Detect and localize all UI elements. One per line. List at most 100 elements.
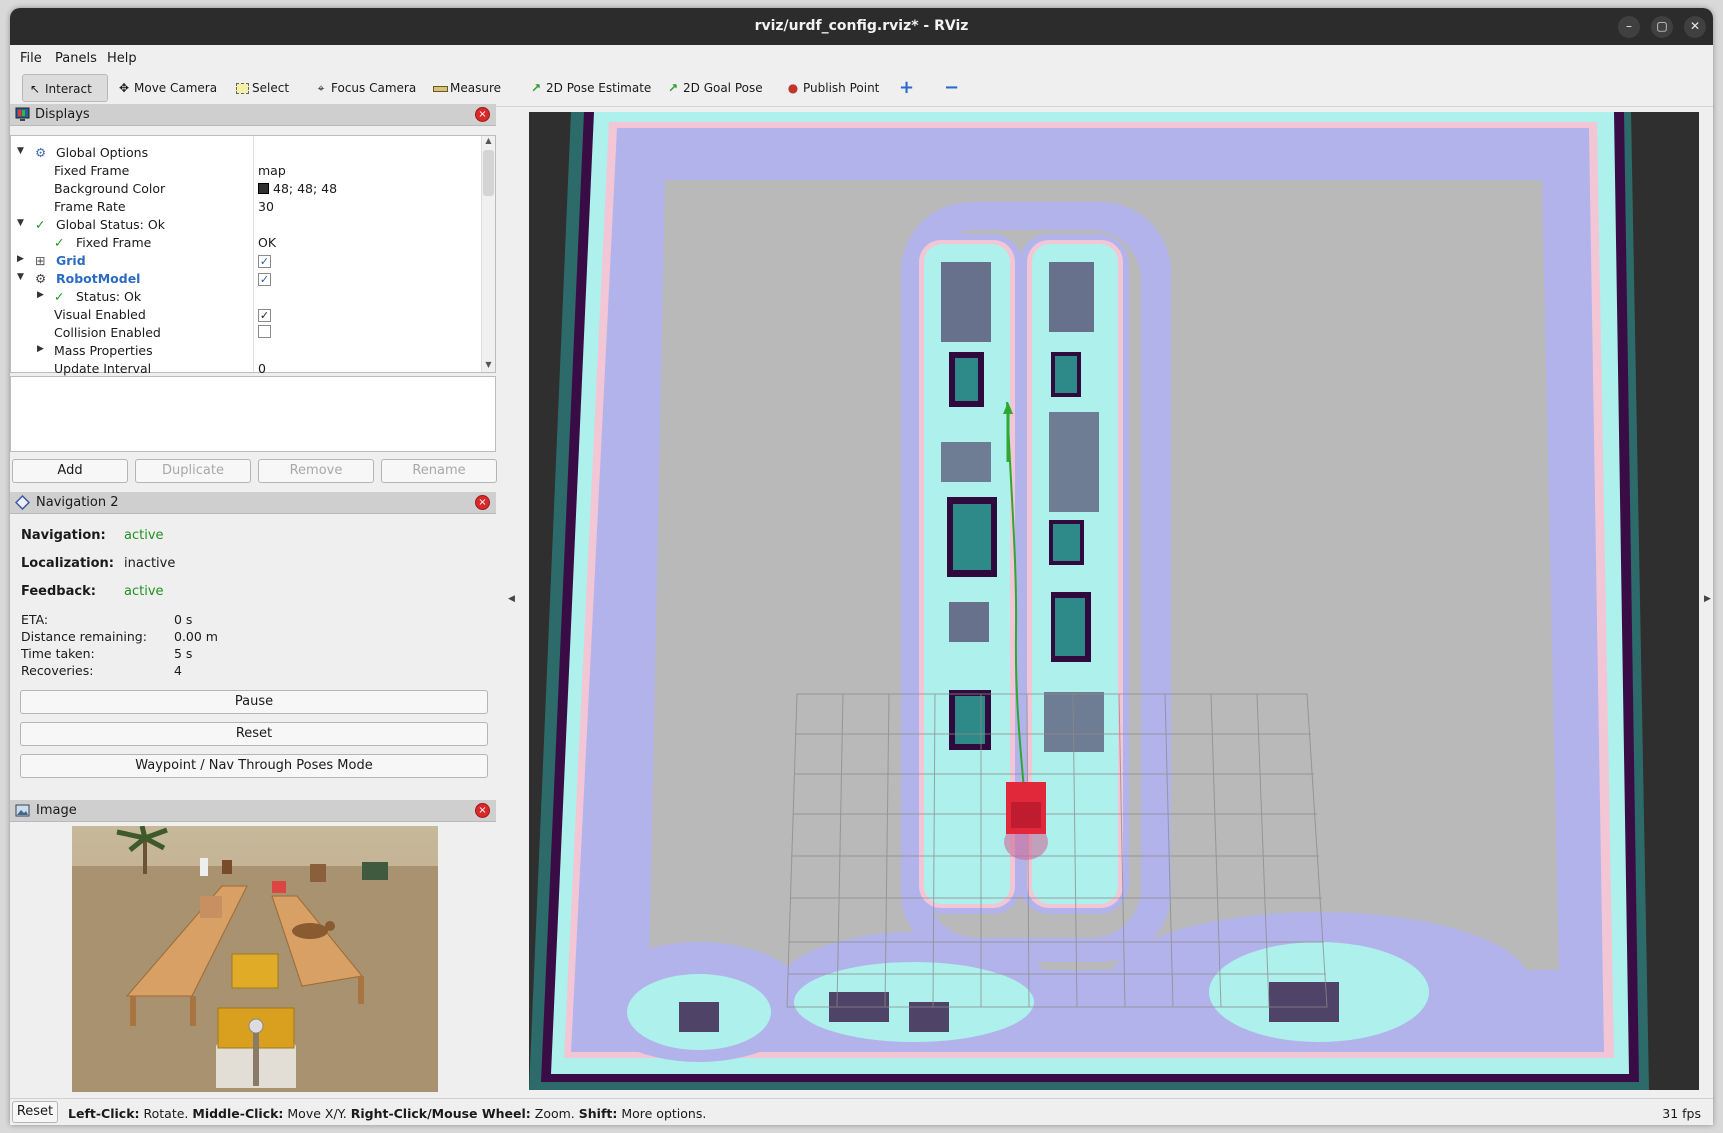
close-image-panel-button[interactable]: ×	[475, 803, 490, 818]
navigation-panel-title: Navigation 2	[36, 495, 119, 510]
expand-arrow-icon[interactable]: ▼	[17, 218, 24, 228]
collision-enabled-checkbox[interactable]	[258, 325, 271, 341]
hint-zoom: Zoom.	[530, 1106, 579, 1121]
hint-shift: Shift:	[578, 1106, 618, 1121]
tree-row-grid[interactable]: ▶ ⊞ Grid ✓	[11, 252, 481, 270]
distance-remaining-value: 0.00 m	[174, 629, 218, 644]
tool-2d-goal-pose-label: 2D Goal Pose	[683, 81, 763, 95]
tree-row-frame-rate[interactable]: Frame Rate 30	[11, 198, 481, 216]
remove-tool-button[interactable]: −	[940, 74, 959, 102]
remove-display-button[interactable]: Remove	[258, 459, 374, 483]
visual-enabled-checkbox[interactable]: ✓	[258, 307, 271, 322]
expand-arrow-icon[interactable]: ▼	[17, 146, 24, 156]
tree-row-collision-enabled[interactable]: Collision Enabled	[11, 324, 481, 342]
tree-row-visual-enabled[interactable]: Visual Enabled ✓	[11, 306, 481, 324]
tree-row-global-options[interactable]: ▼ ⚙ Global Options	[11, 144, 481, 162]
tree-value[interactable]: 30	[258, 199, 274, 214]
tree-value[interactable]: map	[258, 163, 286, 178]
tool-move-camera[interactable]: ✥ Move Camera	[112, 74, 217, 102]
tree-key: Mass Properties	[54, 343, 153, 358]
tree-value: OK	[258, 235, 277, 250]
grid-icon: ⊞	[35, 253, 46, 268]
maximize-button[interactable]: ▢	[1651, 16, 1673, 38]
waypoint-mode-button[interactable]: Waypoint / Nav Through Poses Mode	[20, 754, 488, 778]
collapse-left-arrow-icon[interactable]: ◀	[508, 594, 515, 604]
navigation-panel-body: Navigation: active Localization: inactiv…	[10, 515, 496, 795]
tree-key: Collision Enabled	[54, 325, 161, 340]
tree-key: Update Interval	[54, 361, 152, 376]
localization-value: inactive	[124, 556, 176, 571]
hint-right-click: Right-Click/Mouse Wheel:	[350, 1106, 531, 1121]
duplicate-display-button[interactable]: Duplicate	[135, 459, 251, 483]
render-viewport[interactable]	[529, 112, 1699, 1090]
pause-button[interactable]: Pause	[20, 690, 488, 714]
collapse-arrow-icon[interactable]: ▶	[37, 290, 44, 300]
green-arrow-icon: ↗	[530, 81, 542, 95]
close-window-button[interactable]: ✕	[1684, 16, 1706, 38]
tree-scrollbar[interactable]: ▲ ▼	[481, 136, 495, 372]
localization-label: Localization:	[21, 556, 114, 571]
minimize-button[interactable]: –	[1618, 16, 1640, 38]
map-pin-icon: ●	[787, 81, 799, 95]
green-arrow-icon: ↗	[667, 81, 679, 95]
close-displays-panel-button[interactable]: ×	[475, 107, 490, 122]
tree-row-robot-status[interactable]: ▶ ✓ Status: Ok	[11, 288, 481, 306]
cursor-icon: ↖	[29, 82, 41, 96]
tool-focus-camera[interactable]: ⌖ Focus Camera	[309, 74, 417, 102]
tree-key: Fixed Frame	[76, 235, 152, 250]
menu-panels[interactable]: Panels	[55, 51, 97, 66]
tree-value[interactable]: 48; 48; 48	[258, 181, 337, 196]
tool-select-label: Select	[252, 81, 290, 95]
add-display-button[interactable]: Add	[12, 459, 128, 483]
tool-focus-camera-label: Focus Camera	[331, 81, 417, 95]
tree-key: Visual Enabled	[54, 307, 146, 322]
collapse-right-arrow-icon[interactable]: ▶	[1704, 594, 1711, 604]
add-tool-button[interactable]: +	[895, 74, 914, 102]
status-reset-button[interactable]: Reset	[12, 1101, 58, 1123]
status-bar: Reset Left-Click: Rotate. Middle-Click: …	[10, 1098, 1713, 1125]
tree-row-global-status[interactable]: ▼ ✓ Global Status: Ok	[11, 216, 481, 234]
gear-icon: ⚙	[35, 145, 47, 160]
scrollbar-thumb[interactable]	[483, 150, 494, 196]
feedback-value: active	[124, 584, 164, 599]
recoveries-label: Recoveries:	[21, 663, 94, 678]
camera-image	[72, 826, 438, 1092]
robotmodel-checkbox[interactable]: ✓	[258, 271, 271, 286]
tool-interact-label: Interact	[45, 82, 92, 96]
tool-2d-goal-pose[interactable]: ↗ 2D Goal Pose	[661, 74, 763, 102]
tree-key: Global Options	[56, 145, 149, 160]
tree-row-background-color[interactable]: Background Color 48; 48; 48	[11, 180, 481, 198]
nav-reset-button[interactable]: Reset	[20, 722, 488, 746]
time-taken-label: Time taken:	[21, 646, 95, 661]
tree-row-robotmodel[interactable]: ▼ ⚙ RobotModel ✓	[11, 270, 481, 288]
camera-image-area	[10, 823, 496, 1095]
tool-publish-point[interactable]: ● Publish Point	[781, 74, 880, 102]
scroll-down-icon[interactable]: ▼	[482, 360, 495, 372]
collapse-arrow-icon[interactable]: ▶	[37, 344, 44, 354]
tree-row-update-interval[interactable]: Update Interval 0	[11, 360, 481, 376]
tool-select[interactable]: Select	[230, 74, 289, 102]
menu-help[interactable]: Help	[107, 51, 137, 66]
rename-display-button[interactable]: Rename	[381, 459, 497, 483]
checkmark-icon: ✓	[35, 217, 46, 232]
tree-key: Background Color	[54, 181, 166, 196]
tree-row-mass-properties[interactable]: ▶ Mass Properties	[11, 342, 481, 360]
image-icon	[15, 804, 30, 817]
scroll-up-icon[interactable]: ▲	[482, 136, 495, 148]
recoveries-value: 4	[174, 663, 182, 678]
tool-measure[interactable]: Measure	[428, 74, 501, 102]
tree-value[interactable]: 0	[258, 361, 266, 376]
fps-counter: 31 fps	[1662, 1106, 1701, 1121]
tree-row-fixed-frame[interactable]: Fixed Frame map	[11, 162, 481, 180]
hint-more: More options.	[617, 1106, 707, 1121]
tool-interact[interactable]: ↖ Interact	[22, 74, 108, 102]
close-navigation-panel-button[interactable]: ×	[475, 495, 490, 510]
checkmark-icon: ✓	[54, 289, 65, 304]
tree-row-fixed-frame-status[interactable]: ✓ Fixed Frame OK	[11, 234, 481, 252]
focus-camera-icon: ⌖	[317, 81, 325, 95]
menu-file[interactable]: File	[20, 51, 42, 66]
grid-checkbox[interactable]: ✓	[258, 253, 271, 268]
collapse-arrow-icon[interactable]: ▶	[17, 254, 24, 264]
tool-2d-pose-estimate[interactable]: ↗ 2D Pose Estimate	[524, 74, 651, 102]
expand-arrow-icon[interactable]: ▼	[17, 272, 24, 282]
